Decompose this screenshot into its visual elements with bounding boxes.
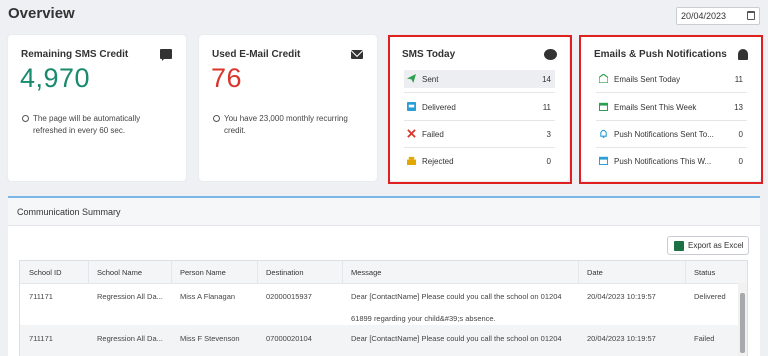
info-icon xyxy=(213,115,220,122)
card-title: Used E-Mail Credit xyxy=(212,49,301,60)
vertical-scrollbar[interactable] xyxy=(738,283,747,356)
cell-school-id: 711171 xyxy=(29,292,53,301)
export-label: Export as Excel xyxy=(688,241,744,250)
cell-destination: 07000020104 xyxy=(266,334,312,343)
cell-status: Delivered xyxy=(694,292,726,301)
date-picker-input[interactable]: 20/04/2023 xyxy=(676,7,760,25)
email-credit-card: Used E-Mail Credit 76 You have 23,000 mo… xyxy=(199,35,377,181)
communication-summary-panel: Communication Summary Export as Excel Sc… xyxy=(8,196,760,356)
cell-message-cont: 61899 regarding your child&#39;s absence… xyxy=(351,314,496,323)
cell-date: 20/04/2023 10:19:57 xyxy=(587,292,656,301)
highlight-outline xyxy=(388,35,572,184)
message-icon xyxy=(160,49,172,61)
column-header[interactable]: Message xyxy=(342,261,578,283)
excel-icon xyxy=(674,241,684,251)
sms-credit-value: 4,970 xyxy=(20,63,91,93)
credit-note: You have 23,000 monthly recurring credit… xyxy=(213,113,363,137)
column-header[interactable]: Status xyxy=(685,261,747,283)
info-icon xyxy=(22,115,29,122)
refresh-note-text: The page will be automatically refreshed… xyxy=(33,114,141,135)
column-header[interactable]: School ID xyxy=(20,261,88,283)
cell-message: Dear [ContactName] Please could you call… xyxy=(351,334,562,343)
panel-title: Communication Summary xyxy=(17,207,121,217)
summary-table: School ID School Name Person Name Destin… xyxy=(19,260,748,356)
date-value: 20/04/2023 xyxy=(681,11,727,21)
cell-person-name: Miss A Flanagan xyxy=(180,292,236,301)
cell-message: Dear [ContactName] Please could you call… xyxy=(351,292,562,301)
sms-credit-card: Remaining SMS Credit 4,970 The page will… xyxy=(8,35,186,181)
column-header[interactable]: School Name xyxy=(88,261,171,283)
cell-date: 20/04/2023 10:19:57 xyxy=(587,334,656,343)
column-header[interactable]: Destination xyxy=(257,261,342,283)
cell-school-name: Regression All Da... xyxy=(97,334,163,343)
column-header[interactable]: Date xyxy=(578,261,685,283)
cell-status: Failed xyxy=(694,334,715,343)
cell-school-name: Regression All Da... xyxy=(97,292,163,301)
highlight-outline xyxy=(579,35,763,184)
email-credit-value: 76 xyxy=(211,63,243,93)
credit-note-text: You have 23,000 monthly recurring credit… xyxy=(224,114,348,135)
cell-destination: 02000015937 xyxy=(266,292,312,301)
mail-icon xyxy=(351,50,363,59)
card-title: Remaining SMS Credit xyxy=(21,49,129,60)
page-title: Overview xyxy=(8,5,75,22)
panel-header: Communication Summary xyxy=(8,198,760,226)
refresh-note: The page will be automatically refreshed… xyxy=(22,113,172,137)
cell-school-id: 711171 xyxy=(29,334,53,343)
scrollbar-thumb[interactable] xyxy=(740,293,745,353)
column-header[interactable]: Person Name xyxy=(171,261,257,283)
calendar-icon[interactable] xyxy=(747,11,755,20)
cell-person-name: Miss F Stevenson xyxy=(180,334,240,343)
export-excel-button[interactable]: Export as Excel xyxy=(667,236,749,255)
